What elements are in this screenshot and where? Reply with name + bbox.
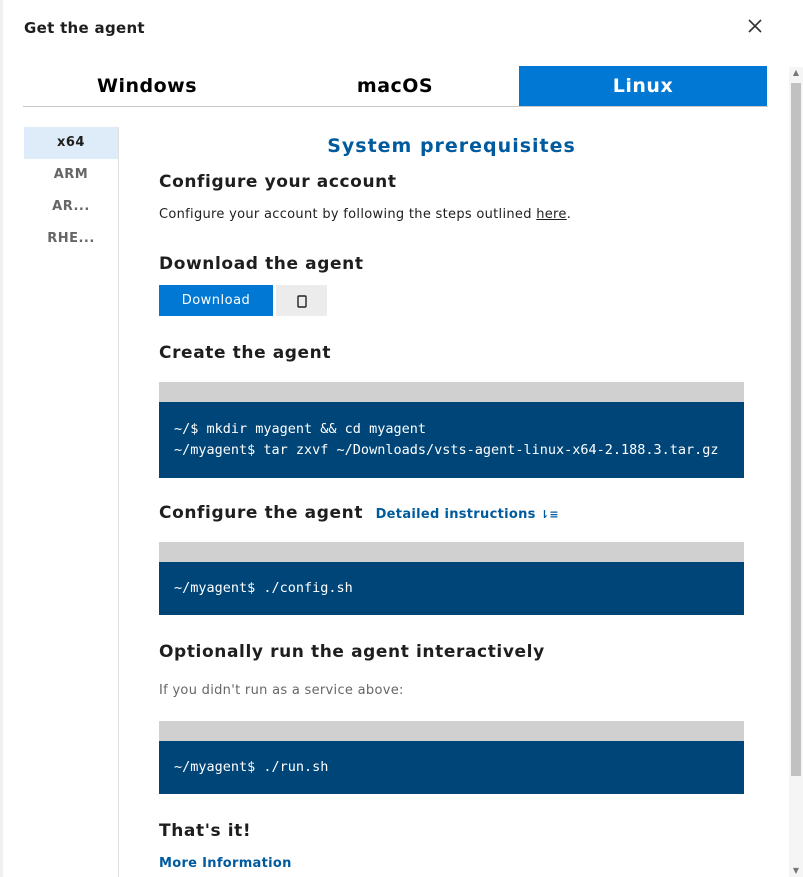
arch-item-rhel[interactable]: RHE... [24,223,118,255]
code-block-header [159,382,744,402]
expand-instructions-icon: ⇂≡ [535,508,559,521]
arch-item-arm64[interactable]: AR... [24,191,118,223]
dialog-title: Get the agent [24,19,145,37]
done-heading: That's it! [159,821,252,841]
here-link[interactable]: here [536,207,567,222]
os-tabs: Windows macOS Linux [23,66,768,107]
get-agent-dialog: Get the agent Windows macOS Linux x64 AR… [3,0,803,877]
configure-heading-text: Configure the agent [159,503,364,523]
close-icon[interactable] [743,14,767,38]
clipboard-icon[interactable] [276,285,327,316]
configure-account-sentence: Configure your account by following the … [159,207,537,222]
configure-account-heading: Configure your account [159,172,397,192]
tab-linux[interactable]: Linux [519,66,767,106]
code-block-header [159,721,744,741]
run-heading: Optionally run the agent interactively [159,642,545,662]
create-code[interactable]: ~/$ mkdir myagent && cd myagent ~/myagent… [159,402,744,478]
tab-macos[interactable]: macOS [271,66,519,106]
detailed-instructions-link[interactable]: Detailed instructions ⇂≡ [376,507,559,522]
code-line: ~/$ mkdir myagent && cd myagent [174,421,426,437]
run-code[interactable]: ~/myagent$ ./run.sh [159,741,744,794]
configure-code-block: ~/myagent$ ./config.sh [159,542,744,615]
scrollbar[interactable]: ▲ ▼ [789,67,803,877]
run-code-block: ~/myagent$ ./run.sh [159,721,744,794]
architecture-list: x64 ARM AR... RHE... [24,127,119,877]
download-heading: Download the agent [159,254,364,274]
scroll-up-icon[interactable]: ▲ [789,67,803,79]
configure-heading: Configure the agent Detailed instruction… [159,503,559,523]
more-information-link[interactable]: More Information [159,856,292,871]
download-button[interactable]: Download [159,285,273,316]
code-block-header [159,542,744,562]
configure-account-text: Configure your account by following the … [159,207,571,222]
page-title: System prerequisites [327,135,576,157]
sentence-period: . [566,207,572,222]
scroll-down-icon[interactable]: ▼ [789,865,803,877]
scroll-thumb[interactable] [791,83,801,776]
code-line: ~/myagent$ tar zxvf ~/Downloads/vsts-age… [174,442,719,458]
tab-windows[interactable]: Windows [23,66,271,106]
arch-item-arm[interactable]: ARM [24,159,118,191]
arch-item-x64[interactable]: x64 [24,127,118,159]
create-heading: Create the agent [159,343,332,363]
configure-code[interactable]: ~/myagent$ ./config.sh [159,562,744,615]
run-note: If you didn't run as a service above: [159,683,404,698]
create-code-block: ~/$ mkdir myagent && cd myagent ~/myagent… [159,382,744,478]
detailed-instructions-label: Detailed instructions [375,507,536,522]
